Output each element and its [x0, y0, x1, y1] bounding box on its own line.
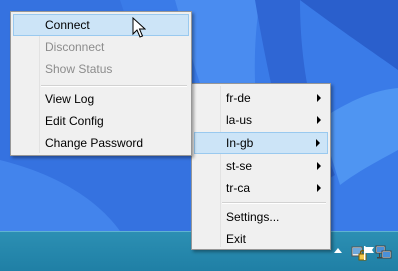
config-item-la-us[interactable]: la-us — [194, 109, 328, 131]
submenu-arrow-icon — [317, 116, 321, 124]
exit-label: Exit — [226, 232, 247, 246]
config-context-menu: fr-de la-us In-gb st-se tr-ca Settings..… — [191, 83, 331, 250]
show-status-label: Show Status — [45, 62, 113, 76]
config-item-tr-ca[interactable]: tr-ca — [194, 177, 328, 199]
config-item-label: st-se — [226, 159, 253, 173]
disconnect-menu-item[interactable]: Disconnect — [13, 36, 189, 58]
menu-separator — [222, 202, 326, 204]
config-item-in-gb[interactable]: In-gb — [194, 132, 328, 154]
submenu-arrow-icon — [317, 94, 321, 102]
view-log-menu-item[interactable]: View Log — [13, 88, 189, 110]
menu-separator — [41, 85, 187, 87]
submenu-arrow-icon — [317, 162, 321, 170]
edit-config-label: Edit Config — [45, 114, 104, 128]
config-item-st-se[interactable]: st-se — [194, 155, 328, 177]
submenu-arrow-icon — [316, 139, 320, 147]
view-log-label: View Log — [45, 92, 95, 106]
config-item-label: In-gb — [226, 136, 254, 150]
config-item-label: fr-de — [226, 91, 251, 105]
settings-menu-item[interactable]: Settings... — [194, 206, 328, 228]
submenu-arrow-icon — [317, 184, 321, 192]
change-password-menu-item[interactable]: Change Password — [13, 132, 189, 154]
exit-menu-item[interactable]: Exit — [194, 228, 328, 250]
change-password-label: Change Password — [45, 136, 144, 150]
config-item-fr-de[interactable]: fr-de — [194, 87, 328, 109]
config-item-label: tr-ca — [226, 181, 250, 195]
edit-config-menu-item[interactable]: Edit Config — [13, 110, 189, 132]
config-item-label: la-us — [226, 113, 253, 127]
connect-label: Connect — [45, 18, 90, 32]
mouse-cursor-icon — [132, 17, 146, 38]
network-icon[interactable] — [375, 245, 392, 261]
disconnect-label: Disconnect — [45, 40, 105, 54]
show-hidden-icons-chevron[interactable] — [334, 248, 342, 253]
settings-label: Settings... — [226, 210, 280, 224]
connection-context-menu: Connect Disconnect Show Status View Log … — [10, 11, 192, 156]
connect-menu-item[interactable]: Connect — [13, 14, 189, 36]
show-status-menu-item[interactable]: Show Status — [13, 58, 189, 80]
